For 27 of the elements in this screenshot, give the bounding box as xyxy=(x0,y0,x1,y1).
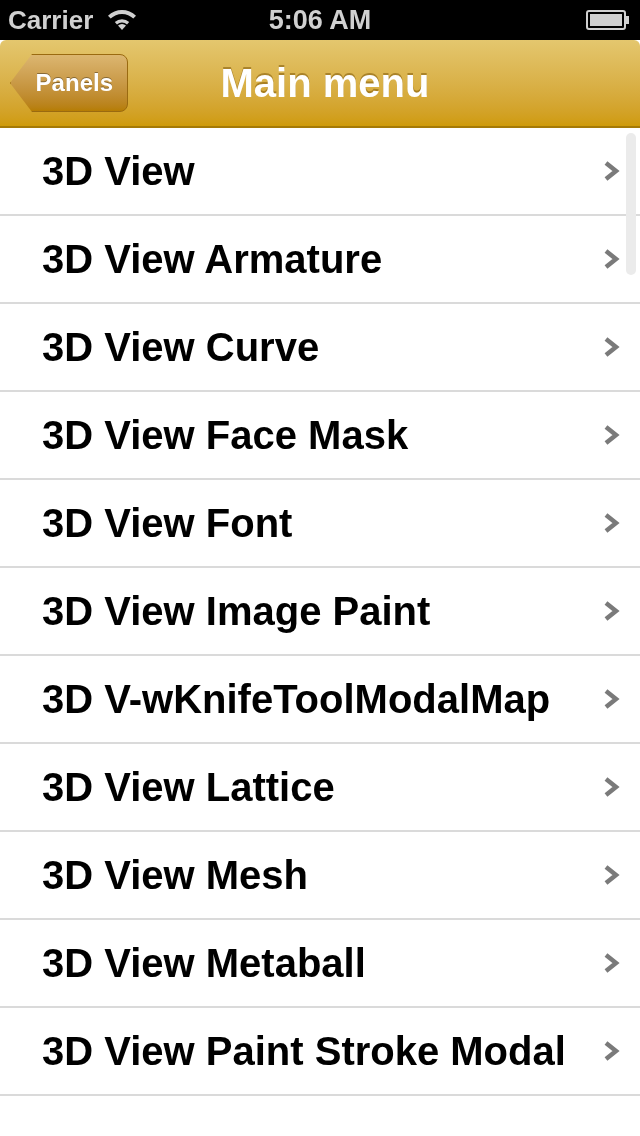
chevron-right-icon xyxy=(604,248,620,270)
chevron-right-icon xyxy=(604,688,620,710)
chevron-right-icon xyxy=(604,424,620,446)
menu-item-label: 3D View Paint Stroke Modal xyxy=(42,1031,567,1071)
chevron-right-icon xyxy=(604,512,620,534)
menu-item-label: 3D View xyxy=(42,151,196,191)
status-time: 5:06 AM xyxy=(268,6,372,34)
carrier-label: Carrier xyxy=(8,7,94,33)
menu-item-label: 3D V-wKnifeToolModalMap xyxy=(42,679,552,719)
chevron-right-icon xyxy=(604,952,620,974)
chevron-right-icon xyxy=(604,1040,620,1062)
chevron-right-icon xyxy=(604,600,620,622)
menu-item-label: 3D View Metaball xyxy=(42,943,367,983)
battery-icon xyxy=(586,10,630,30)
chevron-right-icon xyxy=(604,336,620,358)
menu-item-label: 3D View Image Paint xyxy=(42,591,432,631)
wifi-icon xyxy=(107,9,138,31)
chevron-right-icon xyxy=(604,160,620,182)
menu-item-label: 3D View Armature xyxy=(42,239,384,279)
navigation-title: Main menu xyxy=(220,63,430,103)
menu-item-label: 3D View Font xyxy=(42,503,294,543)
menu-item-label: 3D View Face Mask xyxy=(42,415,410,455)
menu-item-label: 3D View Mesh xyxy=(42,855,310,895)
menu-item-label: 3D View Curve xyxy=(42,327,321,367)
chevron-right-icon xyxy=(604,864,620,886)
chevron-right-icon xyxy=(604,776,620,798)
menu-item-label: 3D View Lattice xyxy=(42,767,336,807)
